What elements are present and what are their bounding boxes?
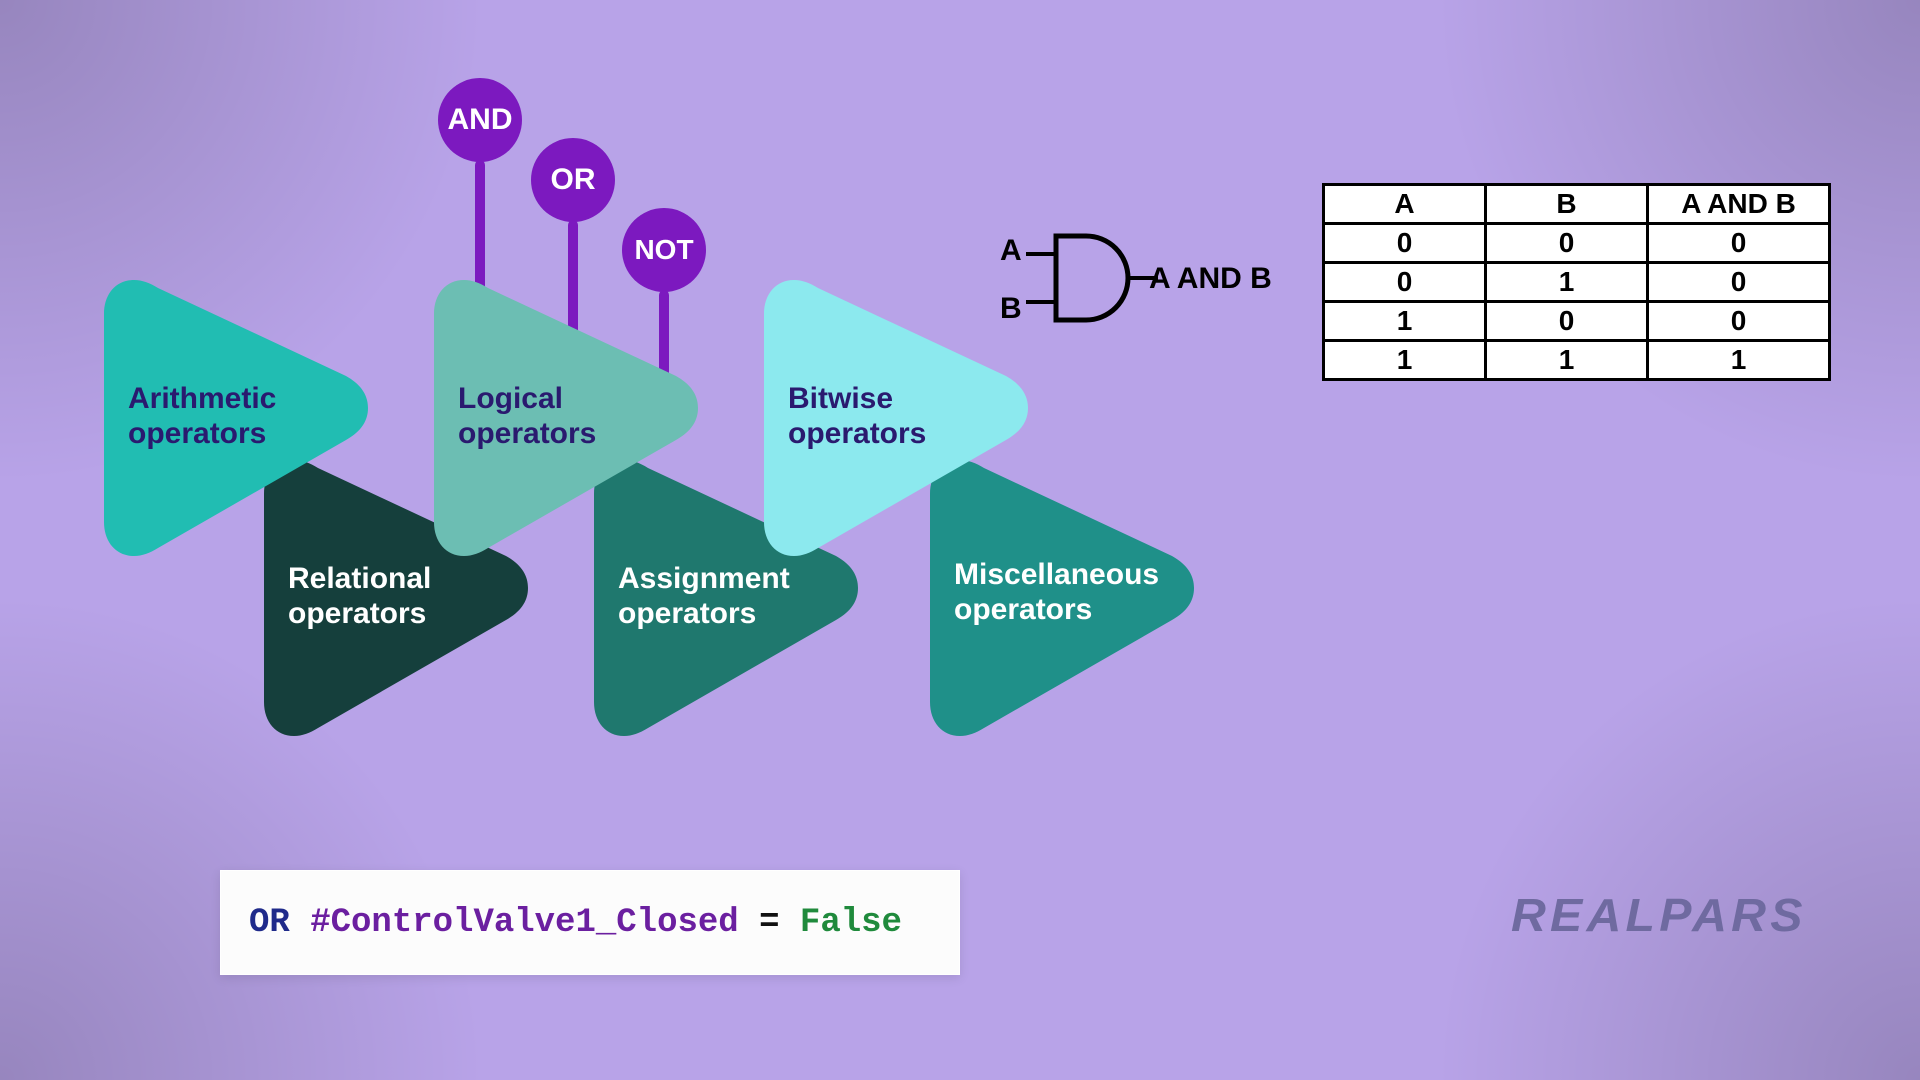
code-snippet: OR #ControlValve1_Closed = False [220,870,960,975]
assignment-line2: operators [618,597,756,630]
logical-line1: Logical [458,382,563,415]
table-row: 1 1 1 [1324,341,1830,380]
bitwise-line1: Bitwise [788,382,893,415]
table-row: 0 0 0 [1324,224,1830,263]
triangle-logical: Logical operators [426,268,716,568]
code-equals: = [759,904,779,942]
table-row: 0 1 0 [1324,263,1830,302]
arithmetic-line1: Arithmetic [128,382,276,415]
bitwise-line2: operators [788,417,926,450]
code-keyword: OR [249,904,290,942]
th-b: B [1486,185,1648,224]
code-value: False [800,904,902,942]
misc-line2: operators [954,593,1092,626]
triangle-arithmetic: Arithmetic operators [96,268,386,568]
truth-table: A B A AND B 0 0 0 0 1 0 1 0 0 1 1 [1322,183,1831,381]
lollipop-and-label: AND [448,103,513,137]
code-ident: #ControlValve1_Closed [310,904,738,942]
th-a: A [1324,185,1486,224]
lollipop-not-label: NOT [634,234,693,266]
brand-logo: REALPARS [1511,888,1807,942]
arithmetic-line2: operators [128,417,266,450]
and-gate-icon [990,228,1170,328]
table-row: 1 0 0 [1324,302,1830,341]
relational-line2: operators [288,597,426,630]
logical-line2: operators [458,417,596,450]
lollipop-or-label: OR [551,163,596,197]
gate-output: A AND B [1149,262,1272,296]
th-out: A AND B [1648,185,1830,224]
